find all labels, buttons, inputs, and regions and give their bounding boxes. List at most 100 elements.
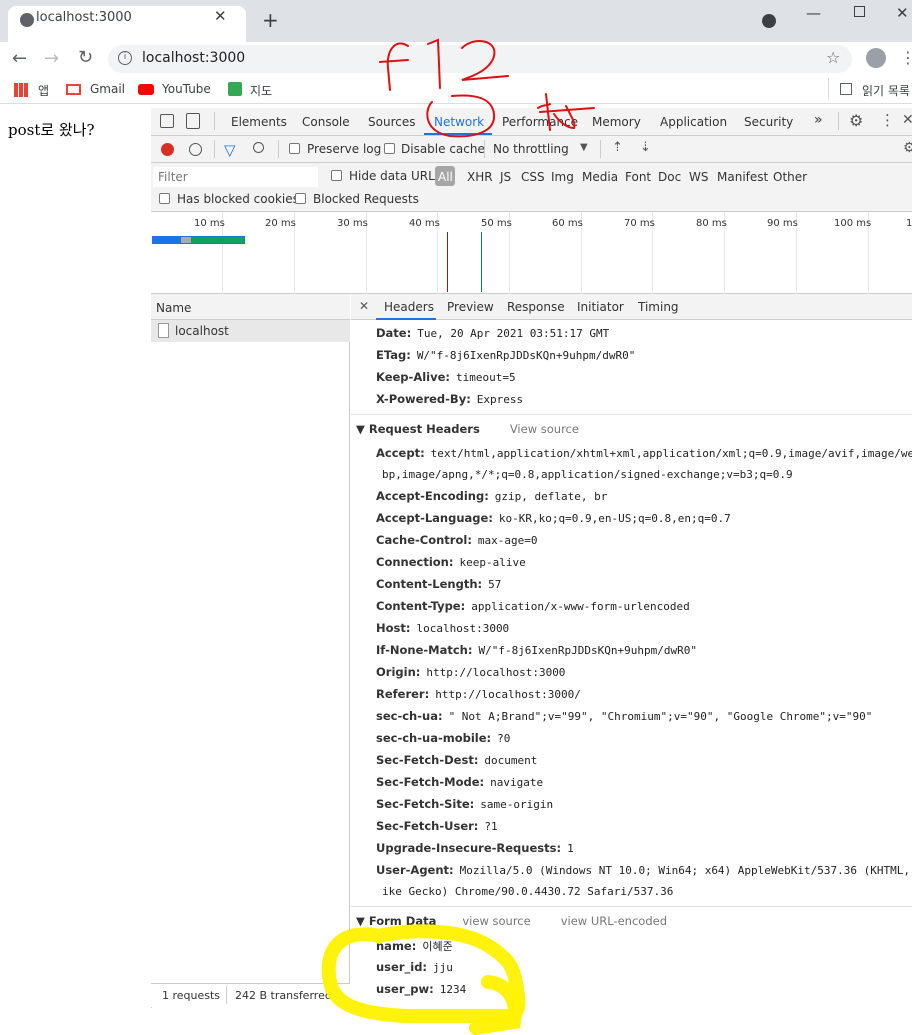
header-key: sec-ch-ua: <box>376 709 443 723</box>
divider <box>214 140 215 158</box>
minimize-icon[interactable]: — <box>806 4 821 22</box>
header-row: Upgrade-Insecure-Requests: 1 <box>376 841 574 855</box>
network-settings-icon[interactable]: ⚙ <box>903 140 912 156</box>
throttling-select[interactable]: No throttling <box>493 142 569 156</box>
header-row: If-None-Match: W/"f-8j6IxenRpJDDsKQn+9uhp… <box>376 643 697 657</box>
youtube-icon <box>138 84 154 95</box>
header-row: User-Agent: Mozilla/5.0 (Windows NT 10.0;… <box>376 863 912 877</box>
filter-doc[interactable]: Doc <box>658 170 681 184</box>
filter-media[interactable]: Media <box>582 170 618 184</box>
header-key: Content-Length: <box>376 577 483 591</box>
more-menu-icon[interactable]: ⋮ <box>900 48 912 67</box>
tab-title: localhost:3000 <box>36 10 132 25</box>
import-har-icon[interactable]: ⇡ <box>612 140 623 155</box>
close-detail-icon[interactable]: ✕ <box>359 299 369 313</box>
tab-console[interactable]: Console <box>302 115 350 129</box>
request-headers-section-toggle[interactable]: ▼ Request Headers View source <box>356 422 579 436</box>
has-blocked-cookies-checkbox[interactable] <box>159 193 170 204</box>
star-icon[interactable]: ☆ <box>826 48 840 67</box>
disable-cache-label: Disable cache <box>401 142 485 156</box>
device-toolbar-icon[interactable] <box>186 113 200 129</box>
filter-css[interactable]: CSS <box>521 170 545 184</box>
bookmark-youtube[interactable]: YouTube <box>162 82 211 96</box>
header-value: bp,image/apng,*/*;q=0.8,application/sign… <box>382 468 793 481</box>
header-key: User-Agent: <box>376 863 454 877</box>
divider <box>278 140 279 158</box>
tab-security[interactable]: Security <box>744 115 793 129</box>
bookmark-apps[interactable]: 앱 <box>38 82 49 99</box>
view-source-link[interactable]: View source <box>510 422 579 436</box>
search-icon[interactable] <box>253 142 264 153</box>
back-icon[interactable]: ← <box>12 48 27 69</box>
preserve-log-checkbox[interactable] <box>289 143 300 154</box>
inspect-icon[interactable] <box>160 114 174 128</box>
divider <box>226 986 227 1004</box>
clear-icon[interactable] <box>189 143 202 156</box>
disable-cache-checkbox[interactable] <box>384 143 395 154</box>
filter-ws[interactable]: WS <box>689 170 708 184</box>
filter-icon[interactable]: ▽ <box>224 141 236 159</box>
bookmark-gmail[interactable]: Gmail <box>90 82 125 96</box>
new-tab-icon[interactable]: + <box>262 8 279 32</box>
apps-icon <box>14 83 28 97</box>
header-value: Mozilla/5.0 (Windows NT 10.0; Win64; x64… <box>459 864 912 877</box>
maximize-icon[interactable] <box>854 6 865 17</box>
tick-label: 50 ms <box>481 218 512 229</box>
tab-elements[interactable]: Elements <box>231 115 287 129</box>
blocked-requests-checkbox[interactable] <box>295 193 306 204</box>
close-tab-icon[interactable]: ✕ <box>214 7 227 25</box>
info-icon[interactable]: i <box>118 51 132 65</box>
reload-icon[interactable]: ↻ <box>78 47 93 68</box>
filter-js[interactable]: JS <box>500 170 511 184</box>
header-value: 1 <box>567 842 574 855</box>
divider <box>214 112 215 130</box>
header-value: " Not A;Brand";v="99", "Chromium";v="90"… <box>448 710 873 723</box>
header-key: Sec-Fetch-Site: <box>376 797 475 811</box>
form-field-row: name: 이혜준 <box>376 938 453 954</box>
header-key: Cache-Control: <box>376 533 472 547</box>
detail-tab-initiator[interactable]: Initiator <box>577 300 624 314</box>
blocked-requests-label: Blocked Requests <box>313 192 419 206</box>
header-row: Keep-Alive: timeout=5 <box>376 370 516 384</box>
section-title: ▼ Request Headers <box>356 422 480 436</box>
address-text: localhost:3000 <box>142 50 246 66</box>
preserve-log-label: Preserve log <box>307 142 382 156</box>
settings-gear-icon[interactable]: ⚙ <box>849 111 863 130</box>
export-har-icon[interactable]: ⇣ <box>640 140 651 155</box>
filter-img[interactable]: Img <box>551 170 574 184</box>
detail-tab-headers[interactable]: Headers <box>384 300 434 314</box>
form-value: 1234 <box>439 983 467 996</box>
profile-menu-icon[interactable] <box>762 14 776 28</box>
header-row: Host: localhost:3000 <box>376 621 509 635</box>
divider <box>600 140 601 158</box>
header-value: localhost:3000 <box>416 622 510 635</box>
form-key: user_pw: <box>376 982 434 996</box>
filter-font[interactable]: Font <box>625 170 651 184</box>
close-window-icon[interactable]: ✕ <box>896 4 909 22</box>
filter-all[interactable]: All <box>438 170 453 184</box>
view-url-encoded-link[interactable]: view URL-encoded <box>561 914 667 928</box>
hide-data-urls-checkbox[interactable] <box>331 170 342 181</box>
request-name: localhost <box>175 324 229 338</box>
tab-application[interactable]: Application <box>660 115 727 129</box>
avatar[interactable] <box>866 48 886 68</box>
devtools-menu-icon[interactable]: ⋮ <box>880 111 895 129</box>
form-value: jju <box>433 961 453 974</box>
record-icon[interactable] <box>161 143 174 156</box>
detail-tab-response[interactable]: Response <box>507 300 565 314</box>
filter-xhr[interactable]: XHR <box>467 170 493 184</box>
close-devtools-icon[interactable]: ✕ <box>902 112 912 128</box>
header-row: bp,image/apng,*/*;q=0.8,application/sign… <box>376 467 793 481</box>
divider <box>484 140 485 158</box>
header-key: Content-Type: <box>376 599 466 613</box>
filter-placeholder: Filter <box>158 170 188 184</box>
filter-other[interactable]: Other <box>773 170 807 184</box>
filter-manifest[interactable]: Manifest <box>717 170 768 184</box>
detail-tab-timing[interactable]: Timing <box>638 300 679 314</box>
detail-tab-preview[interactable]: Preview <box>447 300 494 314</box>
more-tabs-icon[interactable]: » <box>814 112 823 128</box>
bookmark-maps[interactable]: 지도 <box>250 82 272 99</box>
load-event-line <box>447 232 448 292</box>
forward-icon[interactable]: → <box>44 48 59 69</box>
reading-list[interactable]: 읽기 목록 <box>862 82 910 99</box>
